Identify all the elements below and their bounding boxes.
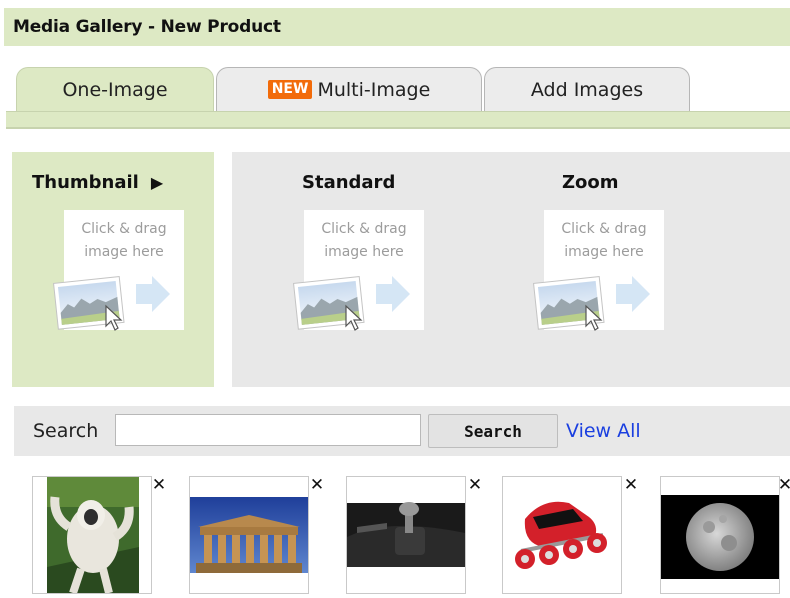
slot-title-zoom: Zoom [562,172,619,193]
play-arrow-icon: ▶ [150,173,164,192]
new-badge: NEW [267,80,313,99]
moon-photo [661,495,779,579]
dropzone-line2: image here [564,244,644,260]
image-thumbnail-gibbon[interactable] [32,476,152,595]
image-thumbnail-gearshift[interactable] [346,476,466,594]
standard-zoom-slots: Standard Click & drag image here Zoom Cl… [232,152,790,387]
thumbnail-slot: Thumbnail ▶ Click & drag image here [12,152,214,387]
dropzone-zoom[interactable]: Click & drag image here [533,210,664,331]
gearshift-photo [347,502,465,567]
remove-image-icon[interactable]: ✕ [776,476,790,494]
tab-label: Add Images [530,78,644,101]
page-title: Media Gallery - New Product [13,17,281,37]
remove-image-icon[interactable]: ✕ [466,476,484,494]
remove-image-icon[interactable]: ✕ [622,476,640,494]
slot-title: Thumbnail ▶ [32,172,163,193]
temple-photo [190,497,308,573]
slot-title-standard: Standard [302,172,396,193]
gibbon-photo [47,477,139,595]
search-button[interactable]: Search [428,414,558,448]
remove-image-icon[interactable]: ✕ [150,476,168,494]
gallery-header: Media Gallery - New Product [4,8,790,46]
dropzone-text: Click & drag image here [304,218,424,264]
slot-title-text: Thumbnail [32,172,139,193]
drag-image-icon [48,270,178,336]
tab-bar: One-Image NEW Multi-Image Add Images [0,62,790,134]
tab-one-image[interactable]: One-Image [16,67,214,111]
search-label: Search [33,420,99,442]
view-all-link[interactable]: View All [566,420,641,442]
dropzone-line2: image here [324,244,404,260]
dropzone-thumbnail[interactable]: Click & drag image here [53,210,184,331]
tab-multi-image[interactable]: NEW Multi-Image [216,67,482,111]
remove-image-icon[interactable]: ✕ [308,476,326,494]
tab-label: Multi-Image [317,78,431,101]
dropzone-text: Click & drag image here [64,218,184,264]
search-bar: Search Search View All [14,406,790,456]
dropzone-line2: image here [84,244,164,260]
dropzone-line1: Click & drag [81,221,167,237]
image-thumbnail-temple[interactable] [189,476,309,594]
image-thumbnail-skate[interactable] [502,476,622,594]
drag-image-icon [288,270,418,336]
drag-image-icon [528,270,658,336]
image-thumbnail-moon[interactable] [660,476,780,594]
dropzone-text: Click & drag image here [544,218,664,264]
dropzone-line1: Click & drag [561,221,647,237]
search-input[interactable] [115,414,421,446]
tab-label: One-Image [62,78,168,101]
dropzone-line1: Click & drag [321,221,407,237]
tab-underline-strip [6,111,790,129]
tab-add-images[interactable]: Add Images [484,67,690,111]
dropzone-standard[interactable]: Click & drag image here [293,210,424,331]
skate-photo [515,501,607,569]
